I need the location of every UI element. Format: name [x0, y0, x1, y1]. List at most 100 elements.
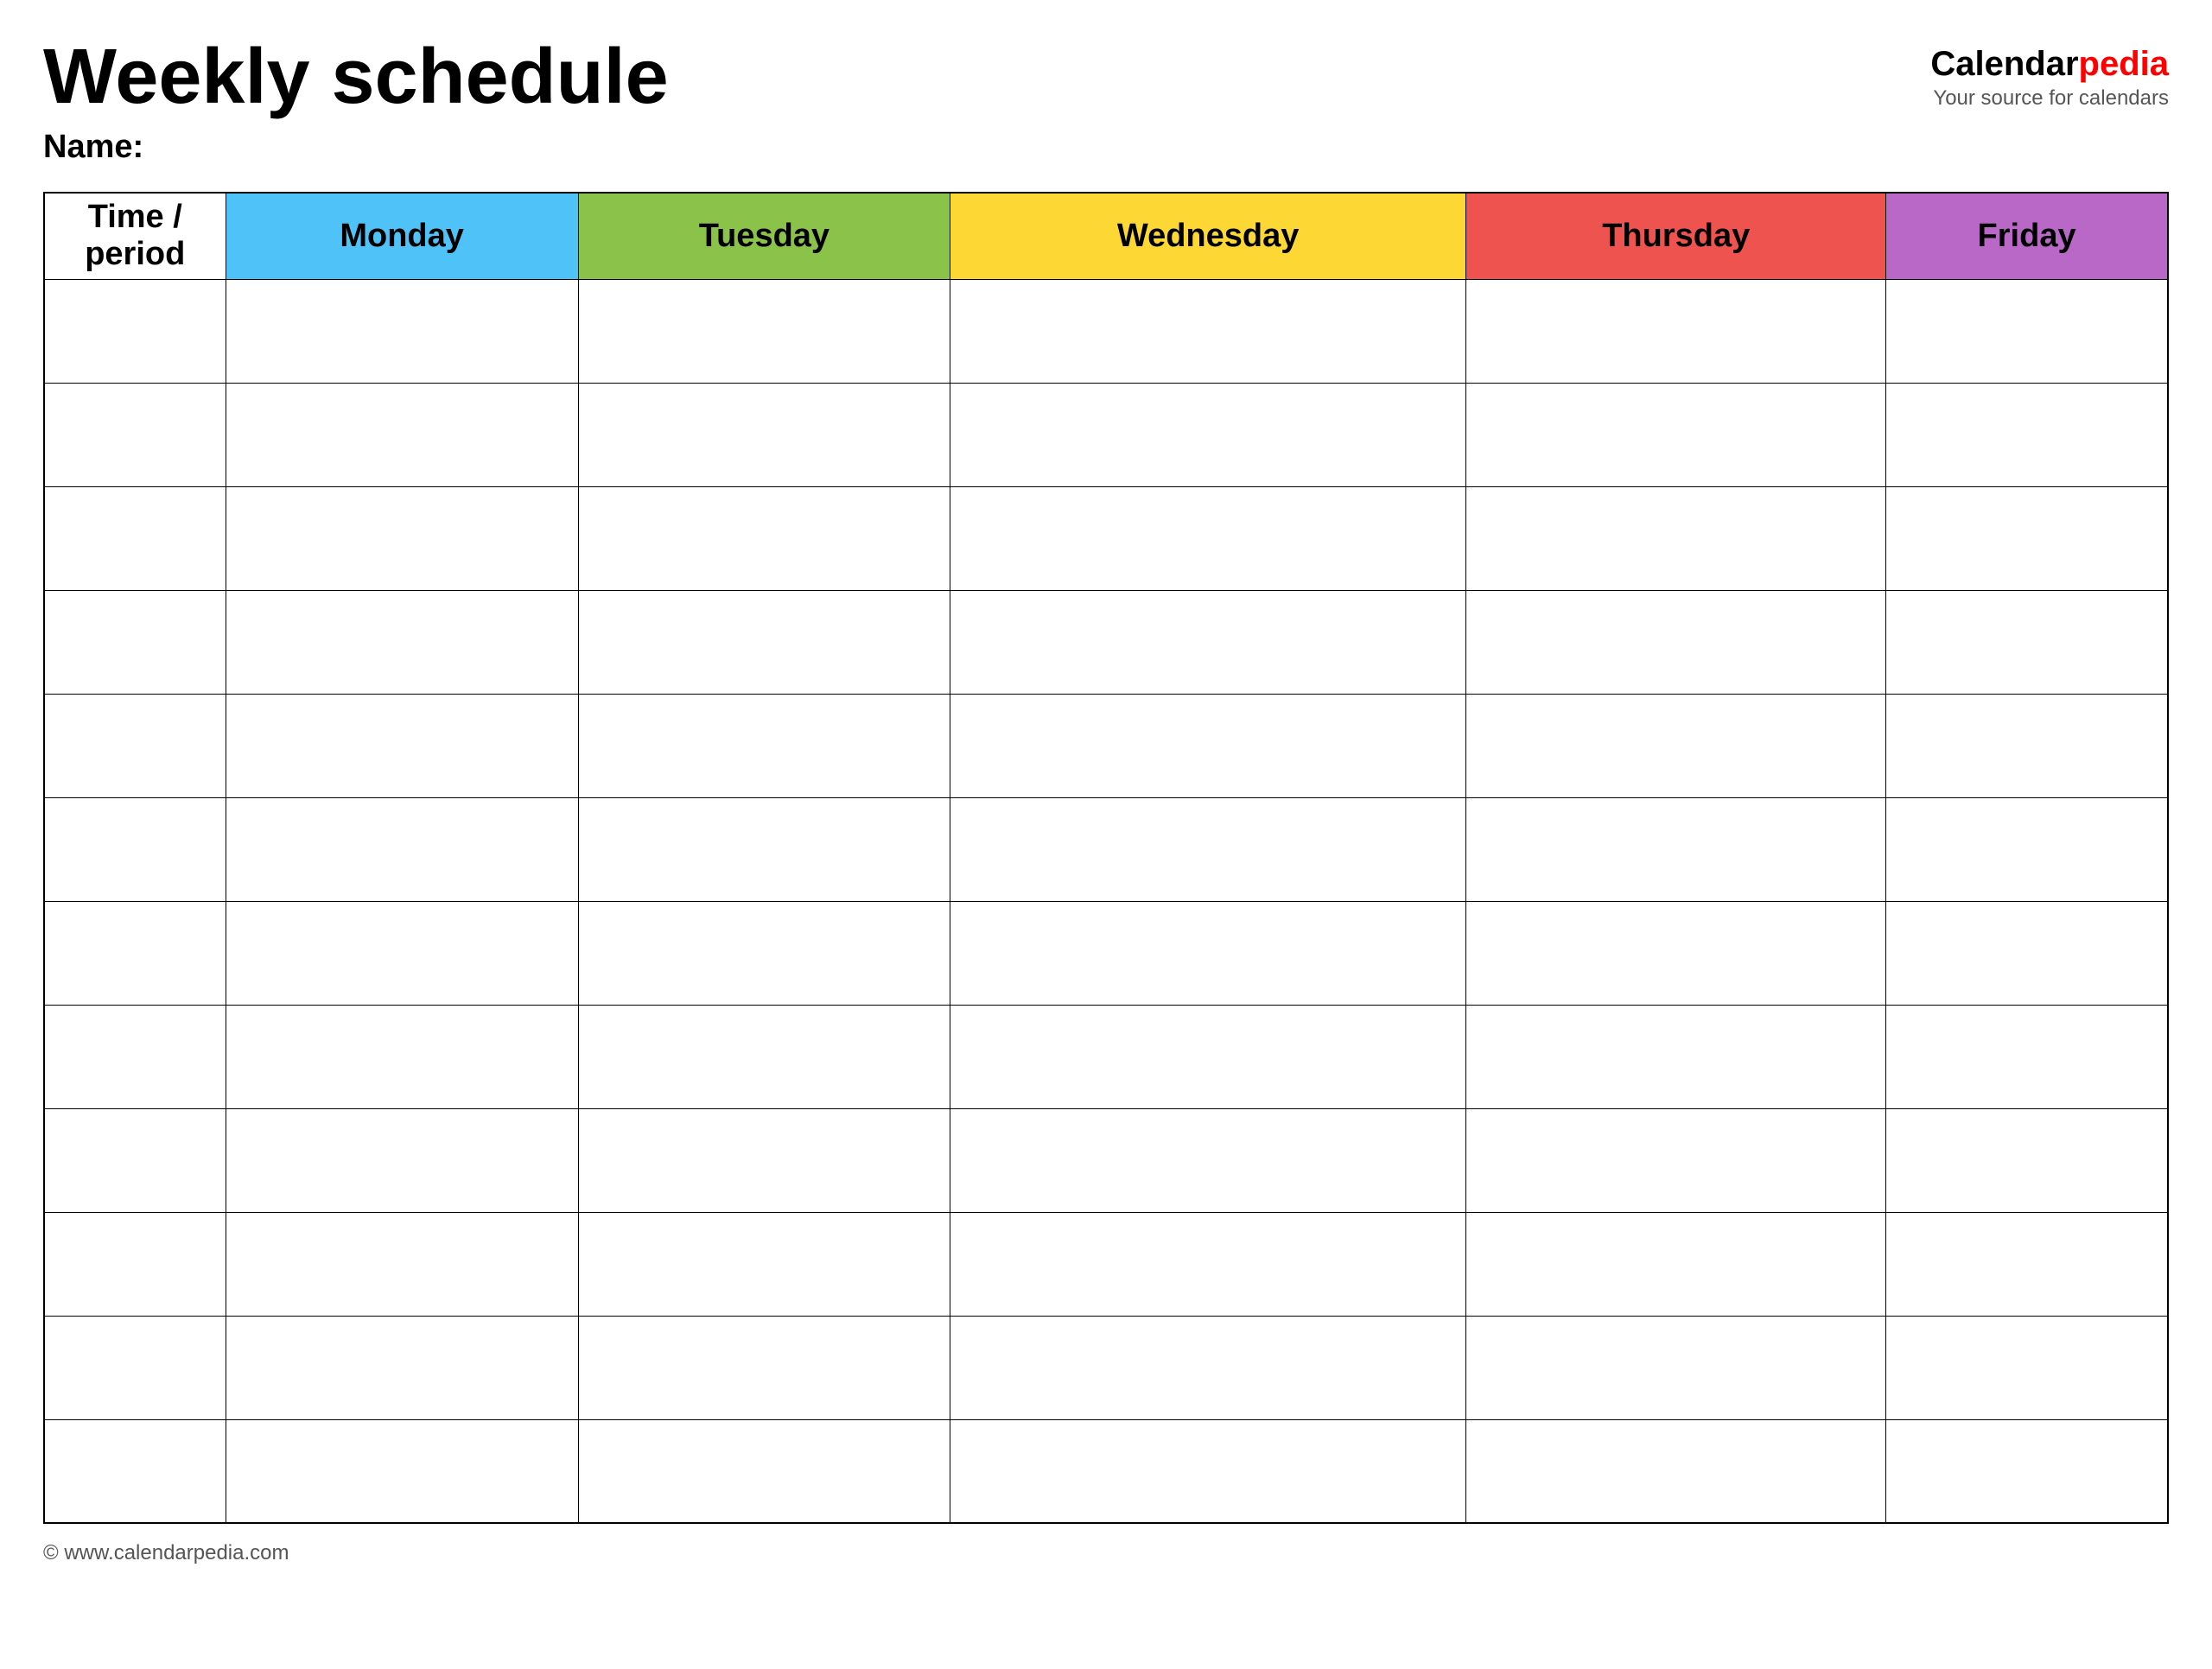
table-row	[44, 486, 2168, 590]
name-label: Name:	[43, 129, 669, 166]
day-cell[interactable]	[950, 383, 1466, 486]
table-row	[44, 797, 2168, 901]
day-cell[interactable]	[578, 1212, 950, 1316]
day-cell[interactable]	[578, 383, 950, 486]
time-cell[interactable]	[44, 1316, 226, 1419]
day-cell[interactable]	[1466, 1005, 1886, 1108]
table-row	[44, 694, 2168, 797]
day-cell[interactable]	[578, 797, 950, 901]
day-cell[interactable]	[950, 694, 1466, 797]
table-body	[44, 279, 2168, 1523]
day-cell[interactable]	[1466, 383, 1886, 486]
day-cell[interactable]	[950, 1316, 1466, 1419]
time-cell[interactable]	[44, 383, 226, 486]
time-cell[interactable]	[44, 1419, 226, 1523]
day-cell[interactable]	[1886, 1212, 2168, 1316]
day-cell[interactable]	[1886, 1419, 2168, 1523]
day-cell[interactable]	[226, 383, 578, 486]
col-header-tuesday: Tuesday	[578, 193, 950, 279]
day-cell[interactable]	[226, 1316, 578, 1419]
day-cell[interactable]	[950, 590, 1466, 694]
day-cell[interactable]	[1466, 486, 1886, 590]
col-header-monday: Monday	[226, 193, 578, 279]
logo-brand: Calendarpedia	[1930, 43, 2169, 85]
day-cell[interactable]	[226, 486, 578, 590]
table-row	[44, 901, 2168, 1005]
table-row	[44, 1212, 2168, 1316]
day-cell[interactable]	[578, 694, 950, 797]
time-cell[interactable]	[44, 1108, 226, 1212]
day-cell[interactable]	[226, 797, 578, 901]
header: Weekly schedule Name: Calendarpedia Your…	[43, 35, 2169, 166]
day-cell[interactable]	[578, 486, 950, 590]
day-cell[interactable]	[1466, 279, 1886, 383]
day-cell[interactable]	[1886, 486, 2168, 590]
time-cell[interactable]	[44, 901, 226, 1005]
day-cell[interactable]	[1886, 901, 2168, 1005]
day-cell[interactable]	[1466, 1108, 1886, 1212]
table-row	[44, 1419, 2168, 1523]
day-cell[interactable]	[226, 1212, 578, 1316]
col-header-thursday: Thursday	[1466, 193, 1886, 279]
footer-url: © www.calendarpedia.com	[43, 1541, 289, 1564]
day-cell[interactable]	[1466, 590, 1886, 694]
col-header-time: Time / period	[44, 193, 226, 279]
day-cell[interactable]	[1886, 797, 2168, 901]
table-row	[44, 279, 2168, 383]
time-cell[interactable]	[44, 486, 226, 590]
day-cell[interactable]	[950, 279, 1466, 383]
day-cell[interactable]	[226, 1005, 578, 1108]
time-cell[interactable]	[44, 279, 226, 383]
day-cell[interactable]	[1466, 797, 1886, 901]
table-row	[44, 1108, 2168, 1212]
day-cell[interactable]	[1466, 1316, 1886, 1419]
footer: © www.calendarpedia.com	[43, 1541, 2169, 1565]
day-cell[interactable]	[578, 901, 950, 1005]
schedule-table: Time / period Monday Tuesday Wednesday T…	[43, 192, 2169, 1524]
day-cell[interactable]	[226, 694, 578, 797]
time-cell[interactable]	[44, 1212, 226, 1316]
logo-brand-red: pedia	[2079, 45, 2169, 83]
day-cell[interactable]	[950, 797, 1466, 901]
day-cell[interactable]	[226, 1419, 578, 1523]
table-row	[44, 1005, 2168, 1108]
day-cell[interactable]	[1466, 1419, 1886, 1523]
day-cell[interactable]	[226, 279, 578, 383]
day-cell[interactable]	[578, 1108, 950, 1212]
day-cell[interactable]	[1886, 694, 2168, 797]
time-cell[interactable]	[44, 1005, 226, 1108]
day-cell[interactable]	[578, 1005, 950, 1108]
day-cell[interactable]	[1886, 383, 2168, 486]
day-cell[interactable]	[1886, 1316, 2168, 1419]
day-cell[interactable]	[950, 1419, 1466, 1523]
day-cell[interactable]	[950, 901, 1466, 1005]
day-cell[interactable]	[950, 486, 1466, 590]
day-cell[interactable]	[578, 1419, 950, 1523]
page-title: Weekly schedule	[43, 35, 669, 120]
day-cell[interactable]	[1466, 901, 1886, 1005]
day-cell[interactable]	[578, 590, 950, 694]
day-cell[interactable]	[1466, 694, 1886, 797]
day-cell[interactable]	[1886, 279, 2168, 383]
table-row	[44, 590, 2168, 694]
day-cell[interactable]	[578, 279, 950, 383]
day-cell[interactable]	[1886, 1108, 2168, 1212]
day-cell[interactable]	[226, 1108, 578, 1212]
day-cell[interactable]	[950, 1212, 1466, 1316]
day-cell[interactable]	[950, 1108, 1466, 1212]
title-area: Weekly schedule Name:	[43, 35, 669, 166]
day-cell[interactable]	[950, 1005, 1466, 1108]
col-header-friday: Friday	[1886, 193, 2168, 279]
day-cell[interactable]	[1886, 1005, 2168, 1108]
day-cell[interactable]	[1886, 590, 2168, 694]
logo-tagline: Your source for calendars	[1933, 86, 2169, 111]
day-cell[interactable]	[578, 1316, 950, 1419]
time-cell[interactable]	[44, 797, 226, 901]
table-row	[44, 383, 2168, 486]
day-cell[interactable]	[226, 590, 578, 694]
time-cell[interactable]	[44, 590, 226, 694]
day-cell[interactable]	[1466, 1212, 1886, 1316]
time-cell[interactable]	[44, 694, 226, 797]
day-cell[interactable]	[226, 901, 578, 1005]
logo-brand-black: Calendar	[1930, 45, 2078, 83]
